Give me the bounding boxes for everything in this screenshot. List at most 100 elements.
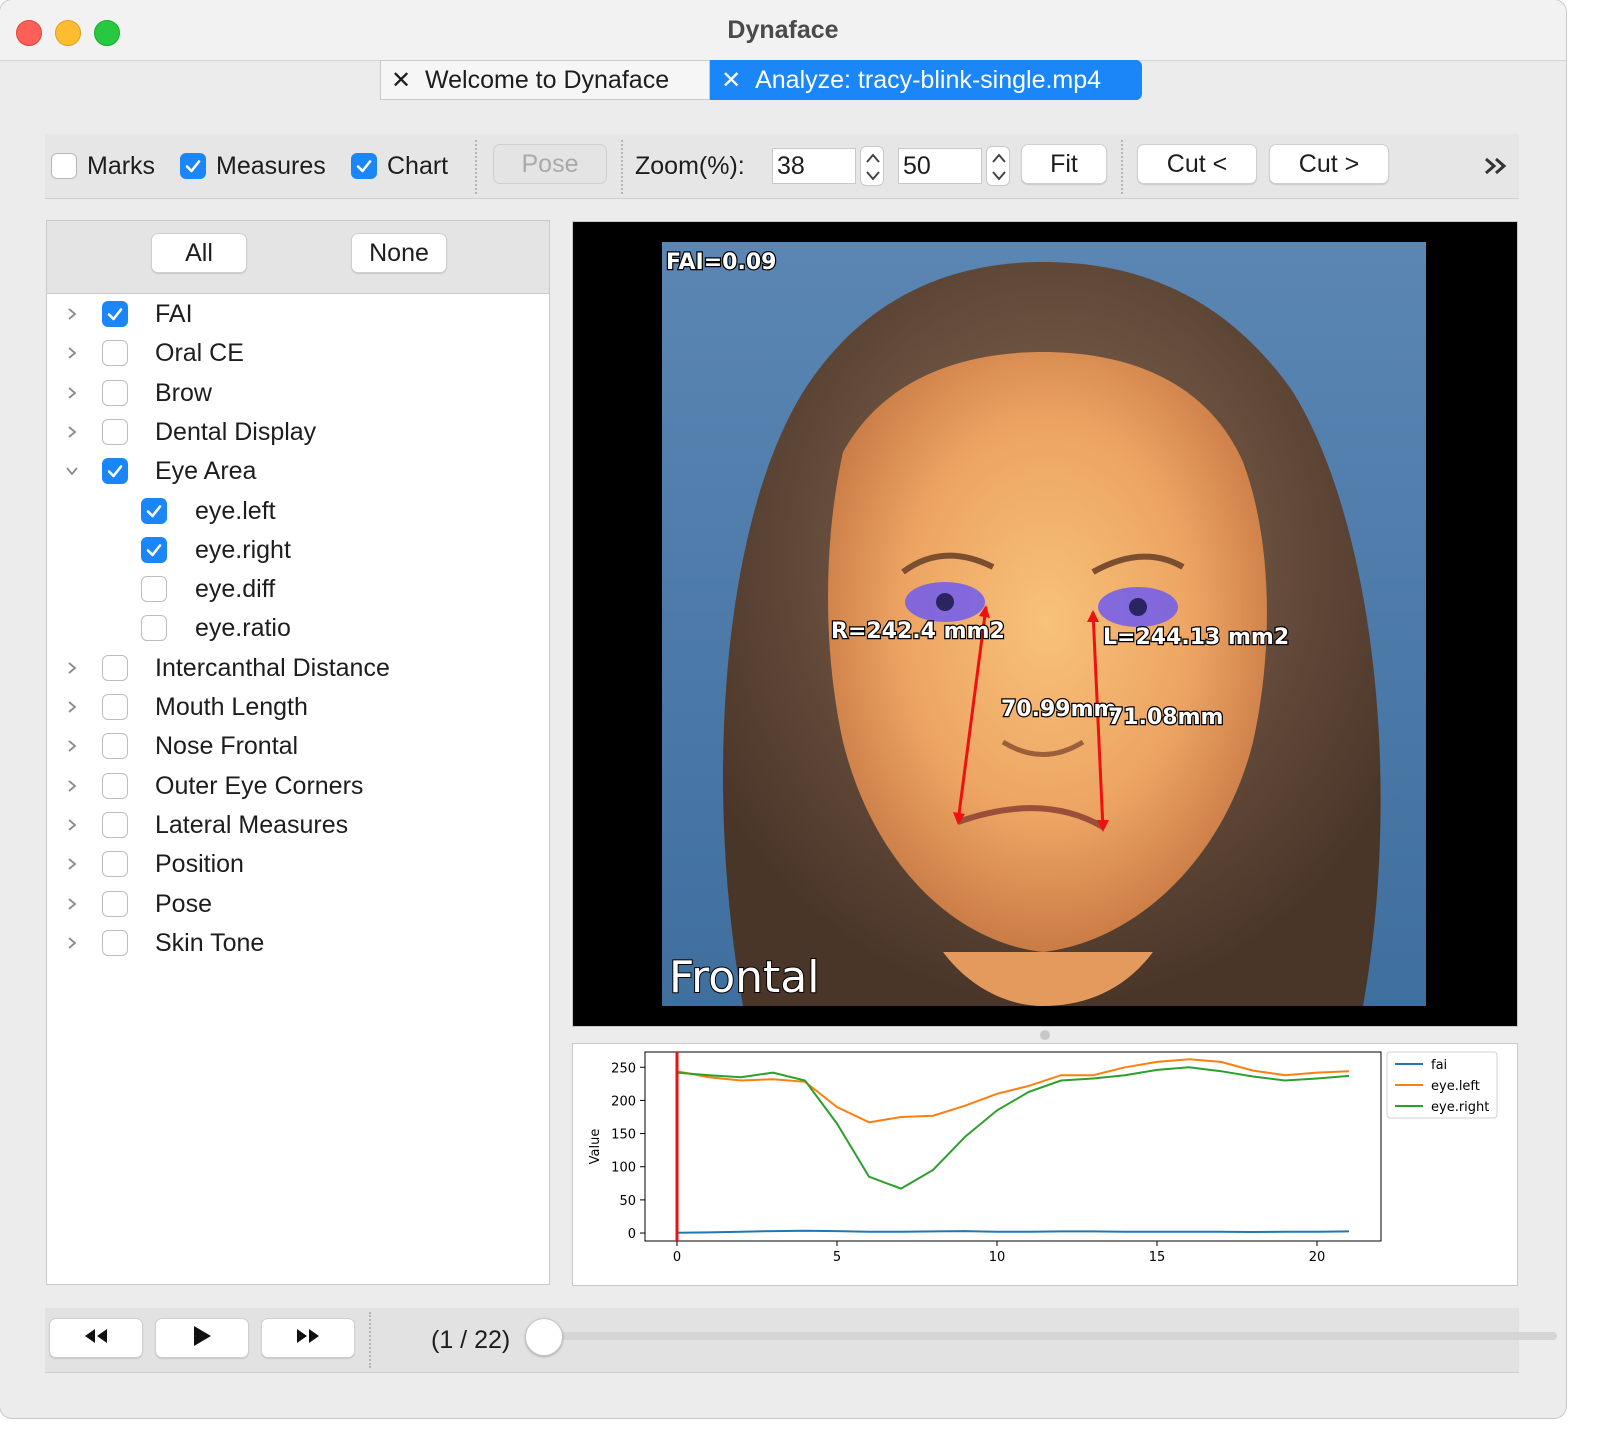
tree-item-label: Nose Frontal [155, 732, 299, 761]
chevron-right-icon[interactable] [65, 936, 79, 950]
tree-item-dental-display[interactable]: Dental Display [47, 413, 547, 452]
play-button[interactable] [155, 1318, 249, 1358]
tree-item-label: Brow [155, 378, 212, 407]
double-chevron-right-icon[interactable] [1481, 154, 1511, 178]
tree-item-checkbox[interactable] [141, 615, 167, 642]
chevron-right-icon[interactable] [65, 857, 79, 871]
tree-item-label: FAI [155, 300, 193, 328]
pose-button[interactable]: Pose [493, 144, 607, 184]
cut-left-button[interactable]: Cut < [1137, 144, 1257, 184]
rewind-button[interactable] [49, 1318, 143, 1358]
x-tick-label: 0 [673, 1250, 681, 1265]
tab-welcome[interactable]: ✕ Welcome to Dynaface [380, 60, 711, 100]
cut-right-button[interactable]: Cut > [1269, 144, 1389, 184]
toolbar-separator [475, 140, 477, 194]
tree-item-checkbox[interactable] [141, 497, 167, 524]
zoom-stepper-1[interactable] [860, 146, 884, 186]
tree-item-label: Eye Area [155, 457, 257, 486]
left-distance-text: 71.08mm [1108, 705, 1223, 730]
tree-item-outer-eye-corners[interactable]: Outer Eye Corners [47, 767, 547, 806]
close-icon[interactable]: ✕ [391, 66, 411, 95]
tree-item-eye-diff[interactable]: eye.diff [47, 570, 547, 609]
tree-item-checkbox[interactable] [102, 301, 128, 327]
measures-toggle[interactable]: Measures [180, 134, 326, 198]
chevron-right-icon[interactable] [65, 661, 79, 675]
chevron-right-icon[interactable] [65, 307, 79, 321]
marks-toggle[interactable]: Marks [51, 134, 155, 198]
tree-item-lateral-measures[interactable]: Lateral Measures [47, 806, 547, 845]
play-icon [191, 1324, 213, 1353]
select-all-button[interactable]: All [151, 233, 247, 273]
tree-item-eye-right[interactable]: eye.right [47, 531, 547, 570]
zoom-stepper-2[interactable] [986, 146, 1010, 186]
chevron-right-icon[interactable] [65, 739, 79, 753]
tree-item-checkbox[interactable] [141, 536, 167, 563]
frame-slider-knob[interactable] [525, 1318, 563, 1356]
tree-item-label: Pose [155, 889, 212, 918]
fast-forward-button[interactable] [261, 1318, 355, 1358]
tree-item-oral-ce[interactable]: Oral CE [47, 334, 547, 373]
toolbar-separator [1121, 140, 1123, 194]
tree-item-skin-tone[interactable]: Skin Tone [47, 924, 547, 963]
tree-item-checkbox[interactable] [102, 418, 128, 445]
tree-item-checkbox[interactable] [102, 694, 128, 720]
tree-item-checkbox[interactable] [102, 733, 128, 760]
chart-checkbox[interactable] [351, 153, 377, 179]
zoom-input-2[interactable]: 50 [898, 148, 982, 184]
fai-overlay-text: FAI=0.09 [666, 250, 776, 275]
chevron-right-icon[interactable] [65, 700, 79, 714]
marks-checkbox[interactable] [51, 153, 77, 179]
chevron-right-icon[interactable] [65, 425, 79, 439]
tree-item-checkbox[interactable] [102, 851, 128, 878]
chevron-right-icon[interactable] [65, 386, 79, 400]
window-title: Dynaface [727, 16, 839, 44]
frame-slider-track[interactable] [545, 1332, 1557, 1340]
tree-item-label: eye.right [195, 535, 291, 564]
tree-item-checkbox[interactable] [102, 379, 128, 406]
measures-checkbox[interactable] [180, 153, 206, 179]
chevron-right-icon[interactable] [65, 897, 79, 911]
tree-item-checkbox[interactable] [102, 654, 128, 681]
video-view[interactable]: FAI=0.09 R=242.4 mm2 L=244.13 mm2 70.99m… [572, 221, 1518, 1027]
playbar-separator [369, 1312, 371, 1368]
chevron-right-icon[interactable] [65, 779, 79, 793]
chevron-down-icon[interactable] [65, 464, 79, 478]
y-tick-label: 0 [628, 1227, 636, 1242]
tree-item-checkbox[interactable] [102, 458, 128, 485]
tree-item-position[interactable]: Position [47, 845, 547, 884]
splitter-handle[interactable] [1040, 1030, 1050, 1040]
view-label-text: Frontal [669, 952, 819, 1003]
tree-item-label: Outer Eye Corners [155, 771, 364, 800]
tree-item-label: eye.ratio [195, 614, 291, 643]
x-tick-label: 10 [989, 1250, 1006, 1265]
tree-item-nose-frontal[interactable]: Nose Frontal [47, 727, 547, 766]
tree-item-checkbox[interactable] [102, 890, 128, 917]
tree-item-checkbox[interactable] [102, 929, 128, 956]
chevron-right-icon[interactable] [65, 818, 79, 832]
tree-item-eye-ratio[interactable]: eye.ratio [47, 609, 547, 648]
tab-analyze[interactable]: ✕ Analyze: tracy-blink-single.mp4 [710, 60, 1143, 100]
tree-item-brow[interactable]: Brow [47, 374, 547, 413]
tree-item-label: Intercanthal Distance [155, 653, 390, 682]
tree-item-checkbox[interactable] [102, 340, 128, 367]
tree-item-pose[interactable]: Pose [47, 885, 547, 924]
tree-item-fai[interactable]: FAI [47, 295, 547, 334]
tree-item-intercanthal-distance[interactable]: Intercanthal Distance [47, 649, 547, 688]
legend-label: eye.right [1431, 1100, 1489, 1115]
tree-item-eye-left[interactable]: eye.left [47, 492, 547, 531]
app-window: Dynaface ✕ Welcome to Dynaface ✕ Analyze… [0, 0, 1566, 1418]
tree-item-eye-area[interactable]: Eye Area [47, 452, 547, 491]
zoom-input-1[interactable]: 38 [772, 148, 856, 184]
tree-item-label: eye.left [195, 496, 276, 525]
chart-toggle[interactable]: Chart [351, 134, 448, 198]
select-none-button[interactable]: None [351, 233, 447, 273]
measures-panel: All None FAI Oral CE Brow Dental Display Eye… [46, 220, 550, 1285]
tree-item-checkbox[interactable] [102, 811, 128, 838]
chart-panel: 0 5 10 15 20 0 50 100 150 200 250 Value fai eye.left e… [572, 1043, 1518, 1286]
tree-item-checkbox[interactable] [141, 576, 167, 603]
tree-item-mouth-length[interactable]: Mouth Length [47, 688, 547, 727]
close-icon[interactable]: ✕ [721, 66, 741, 95]
fit-button[interactable]: Fit [1021, 144, 1107, 184]
chevron-right-icon[interactable] [65, 346, 79, 360]
tree-item-checkbox[interactable] [102, 772, 128, 799]
